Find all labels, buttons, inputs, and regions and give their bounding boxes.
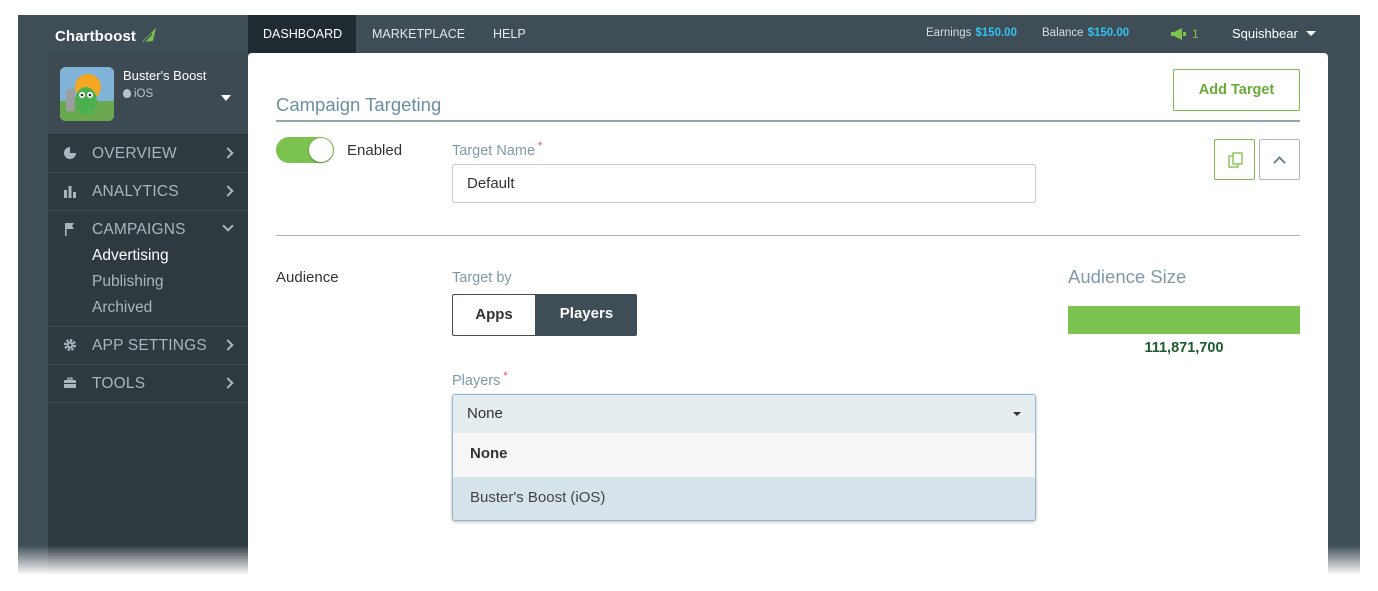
target-name-label-text: Target Name bbox=[452, 143, 536, 159]
chevron-right-icon bbox=[222, 147, 234, 159]
target-by-label: Target by bbox=[452, 270, 512, 286]
page-title: Campaign Targeting bbox=[276, 94, 442, 115]
audience-size-bar-fill bbox=[1068, 306, 1300, 334]
caret-down-icon bbox=[1013, 412, 1021, 416]
nav-tab-help[interactable]: HELP bbox=[478, 15, 541, 53]
notifications-button[interactable]: 1 bbox=[1170, 27, 1199, 41]
players-option-none[interactable]: None bbox=[453, 433, 1035, 477]
sidebar-subitem-archived[interactable]: Archived bbox=[92, 299, 152, 317]
toolbox-icon bbox=[64, 377, 76, 388]
sidebar-item-campaigns[interactable]: CAMPAIGNS Advertising Publishing Archive… bbox=[48, 211, 248, 327]
chevron-right-icon bbox=[222, 185, 234, 197]
apple-icon bbox=[123, 89, 131, 98]
players-select-value[interactable]: None bbox=[453, 395, 1035, 433]
gear-icon bbox=[64, 339, 76, 351]
sidebar-item-overview[interactable]: OVERVIEW bbox=[48, 135, 248, 173]
nav-tab-marketplace[interactable]: MARKETPLACE bbox=[357, 15, 480, 53]
nav-tab-dashboard[interactable]: DASHBOARD bbox=[248, 15, 356, 53]
sidebar-item-tools[interactable]: TOOLS bbox=[48, 365, 248, 403]
chevron-down-icon bbox=[222, 220, 234, 232]
sidebar-subitem-publishing[interactable]: Publishing bbox=[92, 273, 164, 291]
players-selected-text: None bbox=[467, 405, 503, 422]
user-menu[interactable]: Squishbear bbox=[1232, 26, 1316, 41]
app-name: Buster's Boost bbox=[123, 68, 207, 83]
caret-down-icon bbox=[221, 95, 231, 101]
earnings-value: $150.00 bbox=[975, 27, 1017, 39]
duplicate-target-button[interactable] bbox=[1214, 139, 1255, 180]
app-switcher[interactable]: Buster's Boost iOS bbox=[48, 53, 248, 135]
section-divider bbox=[276, 235, 1300, 236]
sidebar-item-label: ANALYTICS bbox=[92, 183, 179, 200]
earnings-label: Earnings bbox=[926, 27, 972, 39]
audience-size-count: 111,871,700 bbox=[1144, 340, 1224, 356]
chartboost-leaf-icon bbox=[142, 28, 156, 43]
app-platform-label: iOS bbox=[134, 88, 154, 100]
audience-label: Audience bbox=[276, 269, 339, 286]
flag-icon bbox=[65, 223, 74, 236]
bar-chart-icon bbox=[64, 186, 76, 198]
copy-icon bbox=[1228, 152, 1243, 168]
brand-name: Chartboost bbox=[55, 28, 136, 45]
target-by-apps-button[interactable]: Apps bbox=[452, 294, 536, 336]
required-marker: * bbox=[503, 370, 508, 382]
title-divider bbox=[276, 120, 1300, 122]
players-label-text: Players bbox=[452, 373, 501, 389]
top-navigation: DASHBOARD MARKETPLACE HELP Earnings $150.… bbox=[248, 15, 1360, 53]
audience-size-title: Audience Size bbox=[1068, 266, 1187, 287]
pie-chart-icon bbox=[64, 147, 76, 159]
chevron-right-icon bbox=[222, 377, 234, 389]
sidebar-item-analytics[interactable]: ANALYTICS bbox=[48, 173, 248, 211]
target-by-players-button[interactable]: Players bbox=[536, 294, 637, 336]
required-marker: * bbox=[538, 140, 543, 152]
enabled-label: Enabled bbox=[347, 142, 403, 159]
chevron-right-icon bbox=[222, 339, 234, 351]
user-name: Squishbear bbox=[1232, 26, 1298, 41]
earnings-stat: Earnings $150.00 bbox=[926, 27, 1017, 39]
brand-logo[interactable]: Chartboost bbox=[18, 15, 248, 53]
chevron-down-icon bbox=[1305, 31, 1316, 36]
sidebar-item-label: TOOLS bbox=[92, 375, 146, 392]
megaphone-icon bbox=[1171, 28, 1186, 40]
balance-stat: Balance $150.00 bbox=[1042, 27, 1129, 39]
app-icon bbox=[60, 67, 114, 121]
sidebar-item-label: OVERVIEW bbox=[92, 145, 177, 162]
players-option-busters-boost[interactable]: Buster's Boost (iOS) bbox=[453, 477, 1035, 520]
enabled-toggle[interactable] bbox=[276, 137, 334, 163]
balance-label: Balance bbox=[1042, 27, 1084, 39]
target-name-input[interactable]: Default bbox=[452, 164, 1036, 203]
audience-size-bar bbox=[1068, 306, 1300, 334]
sidebar-subitem-advertising[interactable]: Advertising bbox=[92, 247, 169, 265]
collapse-button[interactable] bbox=[1259, 139, 1300, 180]
target-name-label: Target Name * bbox=[452, 140, 542, 159]
sidebar-item-label: CAMPAIGNS bbox=[92, 221, 186, 238]
main-panel: Campaign Targeting Add Target Enabled Ta… bbox=[248, 53, 1328, 575]
sidebar-item-app-settings[interactable]: APP SETTINGS bbox=[48, 327, 248, 365]
sidebar-item-label: APP SETTINGS bbox=[92, 337, 207, 354]
toggle-knob bbox=[309, 138, 333, 162]
players-select[interactable]: None None Buster's Boost (iOS) bbox=[452, 394, 1036, 521]
chevron-up-icon bbox=[1273, 156, 1286, 169]
players-label: Players * bbox=[452, 370, 508, 389]
app-window: Chartboost DASHBOARD MARKETPLACE HELP Ea… bbox=[18, 15, 1360, 575]
app-platform: iOS bbox=[123, 88, 153, 100]
sidebar: Buster's Boost iOS OVERVIEW ANALYTICS CA… bbox=[48, 53, 248, 575]
add-target-button[interactable]: Add Target bbox=[1173, 69, 1300, 111]
notifications-count: 1 bbox=[1192, 27, 1199, 41]
balance-value: $150.00 bbox=[1087, 27, 1130, 39]
